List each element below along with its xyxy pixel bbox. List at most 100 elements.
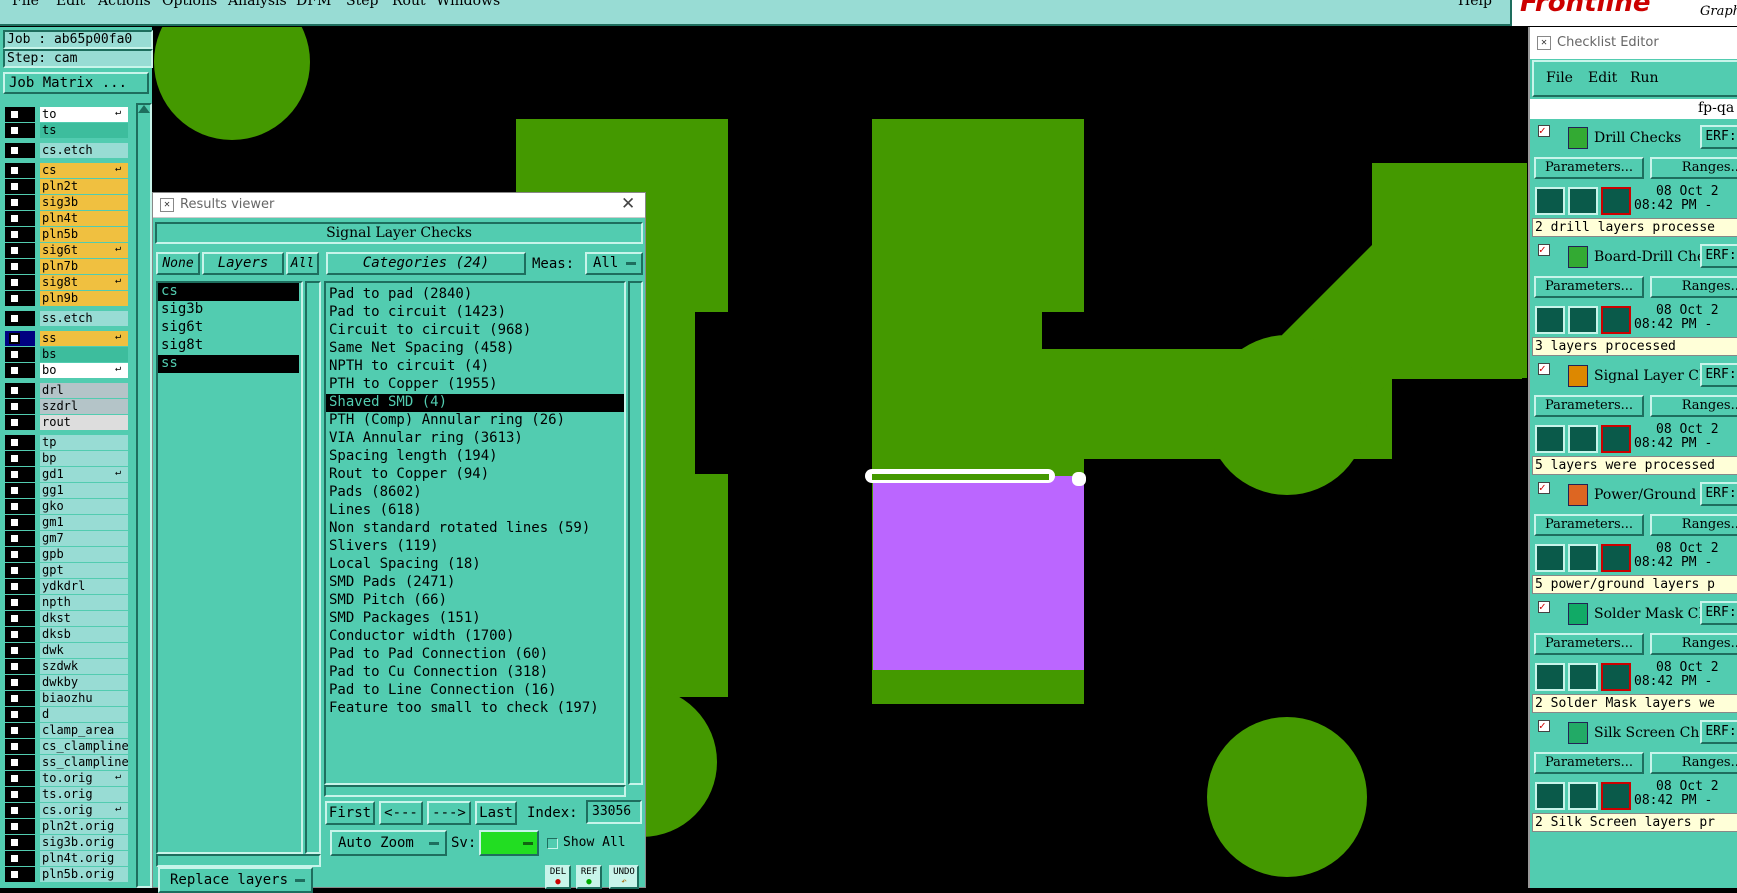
layer-name[interactable]: gpb [40, 547, 128, 562]
layer-row[interactable]: pln2t [5, 179, 128, 194]
erf-button[interactable]: ERF: [1700, 363, 1737, 387]
layer-name[interactable]: gpt [40, 563, 128, 578]
layer-name[interactable]: gko [40, 499, 128, 514]
run-icon[interactable] [1535, 544, 1565, 572]
run-icon[interactable] [1535, 782, 1565, 810]
check-mark-icon[interactable]: ✓ [1538, 601, 1550, 613]
stop-icon[interactable] [1601, 425, 1631, 453]
parameters-button[interactable]: Parameters... [1534, 157, 1644, 179]
layer-row[interactable]: ts.orig [5, 787, 128, 802]
erf-button[interactable]: ERF: [1700, 244, 1737, 268]
layer-name[interactable]: pln2t [40, 179, 128, 194]
layer-row[interactable]: dksb [5, 627, 128, 642]
checklist-menu-file[interactable]: File [1546, 70, 1573, 86]
layer-name[interactable]: pln9b [40, 291, 128, 306]
layer-name[interactable]: d [40, 707, 128, 722]
layer-checkbox[interactable] [9, 181, 20, 192]
result-layer-item[interactable]: sig3b [158, 301, 301, 319]
stop-icon[interactable] [1601, 782, 1631, 810]
layer-checkbox[interactable] [9, 709, 20, 720]
layer-checkbox[interactable] [9, 869, 20, 880]
layer-checkbox[interactable] [9, 597, 20, 608]
layer-checkbox[interactable] [9, 313, 20, 324]
layer-row[interactable]: szdwk [5, 659, 128, 674]
show-icon[interactable] [1568, 425, 1598, 453]
category-item[interactable]: PTH (Comp) Annular ring (26) [326, 412, 624, 430]
menu-help[interactable]: Help [1458, 0, 1492, 9]
run-icon[interactable] [1535, 187, 1565, 215]
layer-checkbox[interactable] [9, 805, 20, 816]
erf-button[interactable]: ERF: [1700, 720, 1737, 744]
layer-result-list[interactable]: cs sig3b sig6t sig8t ss [156, 281, 303, 854]
layer-row[interactable]: sig8t ↵ [5, 275, 128, 290]
layer-row[interactable]: biaozhu [5, 691, 128, 706]
layer-checkbox[interactable] [9, 837, 20, 848]
layer-row[interactable]: dwkby [5, 675, 128, 690]
layer-name[interactable]: ss_clampline [40, 755, 128, 770]
check-mark-icon[interactable]: ✓ [1538, 482, 1550, 494]
layer-name[interactable]: bp [40, 451, 128, 466]
layer-checkbox[interactable] [9, 485, 20, 496]
layer-name[interactable]: szdrl [40, 399, 128, 414]
menu-rout[interactable]: Rout [392, 0, 426, 9]
layer-row[interactable]: bp [5, 451, 128, 466]
stop-icon[interactable] [1601, 544, 1631, 572]
ref-button[interactable]: REF ● [576, 865, 602, 889]
layer-row[interactable]: pln7b [5, 259, 128, 274]
layer-row[interactable]: szdrl [5, 399, 128, 414]
layer-row[interactable]: d [5, 707, 128, 722]
menu-windows[interactable]: Windows [436, 0, 500, 9]
layer-checkbox[interactable] [9, 581, 20, 592]
layer-name[interactable]: ydkdrl [40, 579, 128, 594]
layer-row[interactable]: ss_clampline [5, 755, 128, 770]
layer-row[interactable]: pln2t.orig [5, 819, 128, 834]
layer-checkbox[interactable] [9, 773, 20, 784]
layer-row[interactable]: gg1 [5, 483, 128, 498]
parameters-button[interactable]: Parameters... [1534, 395, 1644, 417]
layer-checkbox[interactable] [9, 385, 20, 396]
ranges-button[interactable]: Ranges... [1650, 276, 1737, 298]
layer-name[interactable]: cs_clampline [40, 739, 128, 754]
layer-checkbox[interactable] [9, 677, 20, 688]
layer-row[interactable]: clamp_area [5, 723, 128, 738]
layer-list-scrollbar[interactable] [305, 281, 321, 854]
checklist-menu-edit[interactable]: Edit [1588, 70, 1617, 86]
layer-checkbox[interactable] [9, 333, 20, 344]
category-item[interactable]: Pad to Cu Connection (318) [326, 664, 624, 682]
layer-row[interactable]: drl [5, 383, 128, 398]
parameters-button[interactable]: Parameters... [1534, 276, 1644, 298]
layer-checkbox[interactable] [9, 293, 20, 304]
layer-checkbox[interactable] [9, 401, 20, 412]
menu-edit[interactable]: Edit [56, 0, 85, 9]
category-item[interactable]: VIA Annular ring (3613) [326, 430, 624, 448]
layer-checkbox[interactable] [9, 517, 20, 528]
category-item[interactable]: Local Spacing (18) [326, 556, 624, 574]
layer-row[interactable]: gpt [5, 563, 128, 578]
layer-name[interactable]: gg1 [40, 483, 128, 498]
run-icon[interactable] [1535, 663, 1565, 691]
menu-step[interactable]: Step [346, 0, 378, 9]
category-item[interactable]: PTH to Copper (1955) [326, 376, 624, 394]
result-layer-item[interactable]: sig6t [158, 319, 301, 337]
show-icon[interactable] [1568, 187, 1598, 215]
category-item[interactable]: Pads (8602) [326, 484, 624, 502]
show-icon[interactable] [1568, 306, 1598, 334]
layer-checkbox[interactable] [9, 789, 20, 800]
layer-row[interactable]: pln9b [5, 291, 128, 306]
categories-button[interactable]: Categories (24) [326, 252, 526, 275]
category-item[interactable]: Shaved SMD (4) [326, 394, 624, 412]
menu-analysis[interactable]: Analysis [228, 0, 287, 9]
layer-checkbox[interactable] [9, 725, 20, 736]
layer-name[interactable]: dwkby [40, 675, 128, 690]
layer-name[interactable]: gm7 [40, 531, 128, 546]
layer-row[interactable]: cs ↵ [5, 163, 128, 178]
erf-button[interactable]: ERF: [1700, 601, 1737, 625]
layer-checkbox[interactable] [9, 821, 20, 832]
category-item[interactable]: Circuit to circuit (968) [326, 322, 624, 340]
ranges-button[interactable]: Ranges... [1650, 752, 1737, 774]
parameters-button[interactable]: Parameters... [1534, 514, 1644, 536]
job-matrix-button[interactable]: Job Matrix ... [3, 72, 149, 94]
layer-row[interactable]: dkst [5, 611, 128, 626]
layer-checkbox[interactable] [9, 469, 20, 480]
del-button[interactable]: DEL ● [545, 865, 571, 889]
